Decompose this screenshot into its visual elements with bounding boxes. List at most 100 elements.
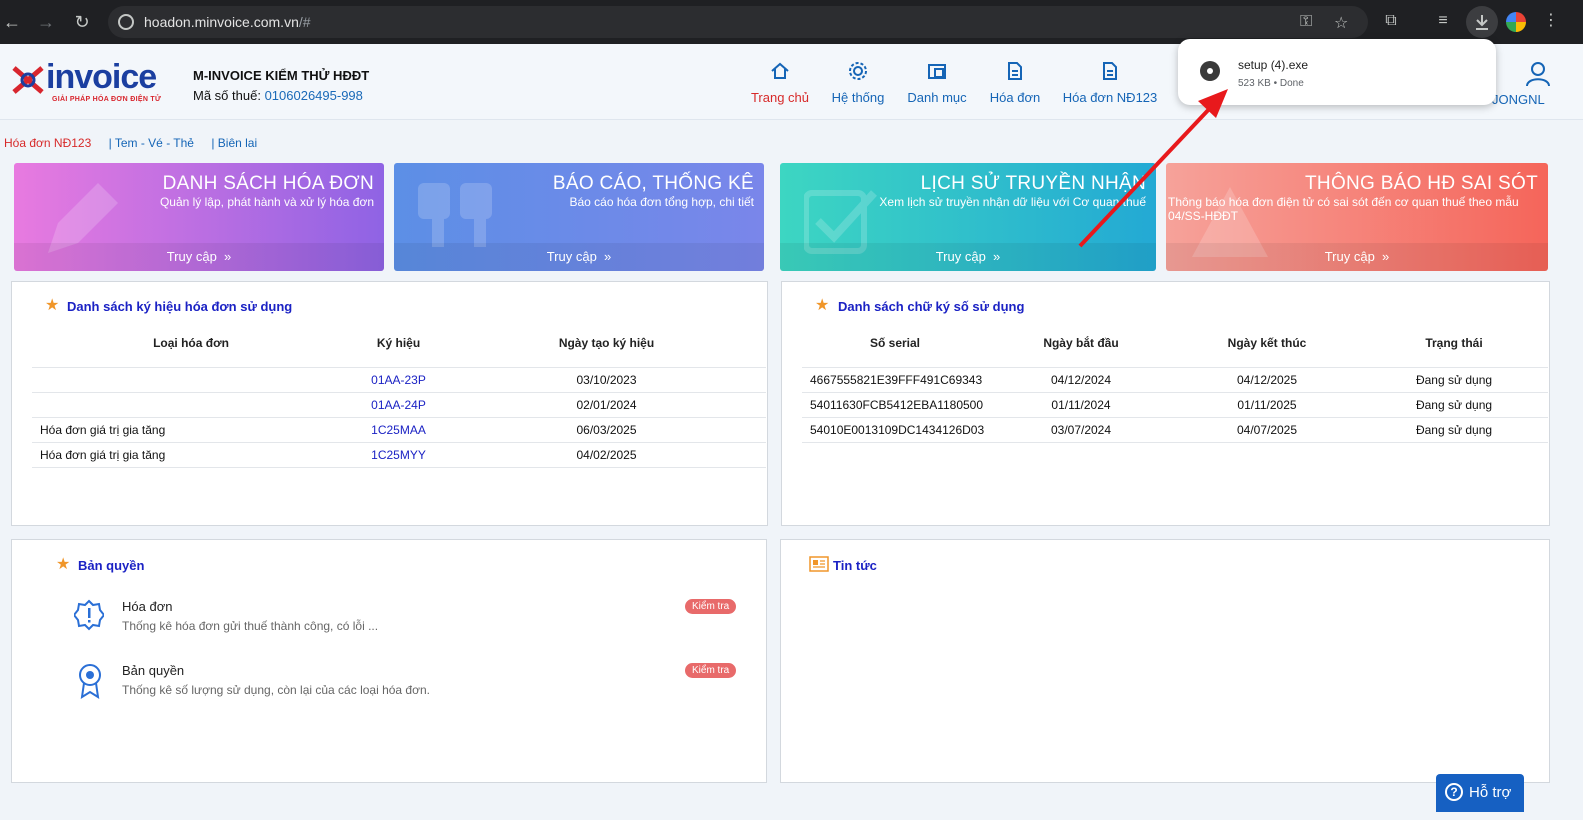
license-item-invoice: Hóa đơn Thống kê hóa đơn gửi thuế thành …: [74, 599, 744, 639]
access-link[interactable]: Truy cập »: [394, 243, 764, 271]
tab-receipt[interactable]: | Biên lai: [211, 136, 257, 150]
end-date-cell: 01/11/2025: [1174, 391, 1360, 417]
start-date-cell: 03/07/2024: [988, 416, 1174, 443]
serial-cell: 54010E0013109DC1434126D03: [802, 416, 988, 443]
access-link[interactable]: Truy cập »: [1166, 243, 1548, 271]
url-text[interactable]: hoadon.minvoice.com.vn/#: [144, 14, 311, 30]
status-cell: Đang sử dụng: [1360, 391, 1548, 417]
subtabs: Hóa đơn NĐ123 | Tem - Vé - Thẻ | Biên la…: [4, 136, 271, 150]
invoice-type-cell: Hóa đơn giá trị gia tăng: [32, 441, 350, 468]
table-row: 01AA-23P 03/10/2023: [32, 366, 766, 392]
card-transmission-history[interactable]: LỊCH SỬ TRUYỀN NHẬN Xem lịch sử truyền n…: [780, 163, 1156, 271]
download-popup[interactable]: setup (4).exe 523 KB • Done: [1178, 39, 1496, 105]
extensions-icon[interactable]: ⧉: [1380, 10, 1402, 32]
star-icon: ★: [45, 297, 60, 314]
profile-avatar[interactable]: [1506, 12, 1526, 32]
symbols-panel-title: Danh sách ký hiệu hóa đơn sử dụng: [67, 299, 293, 314]
access-link[interactable]: Truy cập »: [780, 243, 1156, 271]
signature-panel: ★ Danh sách chữ ký số sử dụng Số serial …: [781, 281, 1550, 526]
license-panel-title: Bản quyền: [78, 558, 145, 573]
home-icon: [771, 62, 789, 79]
signature-table: Số serial Ngày bắt đầu Ngày kết thúc Trạ…: [802, 319, 1548, 443]
table-row: 01AA-24P 02/01/2024: [32, 391, 766, 417]
card-error-notice[interactable]: THÔNG BÁO HĐ SAI SÓT Thông báo hóa đơn đ…: [1166, 163, 1548, 271]
symbol-link[interactable]: 01AA-23P: [350, 366, 447, 392]
invoice-type-cell: Hóa đơn giá trị gia tăng: [32, 416, 350, 442]
download-status: 523 KB • Done: [1238, 78, 1304, 89]
table-row: Hóa đơn giá trị gia tăng 1C25MAA 06/03/202…: [32, 416, 766, 442]
license-item-license: Bản quyền Thống kê số lượng sử dụng, còn…: [74, 663, 744, 703]
back-arrow-icon[interactable]: ←: [0, 10, 24, 34]
symbol-link[interactable]: 1C25MAA: [350, 416, 447, 442]
gear-icon: [849, 62, 867, 80]
minvoice-logo[interactable]: invoice GIẢI PHÁP HÓA ĐƠN ĐIỆN TỬ: [8, 58, 168, 106]
username[interactable]: JONGNL: [1492, 92, 1545, 107]
tax-code-line: Mã số thuế: 0106026495-998: [193, 88, 363, 103]
help-button[interactable]: ? Hỗ trợ: [1436, 774, 1524, 812]
symbol-link[interactable]: 01AA-24P: [350, 391, 447, 417]
license-panel: ★ Bản quyền Hóa đơn Thống kê hóa đơn gửi…: [11, 539, 767, 783]
award-ribbon-icon: [79, 664, 101, 699]
end-date-cell: 04/12/2025: [1174, 366, 1360, 392]
document-icon: [1103, 62, 1117, 80]
company-name: M-INVOICE KIỂM THỬ HĐĐT: [193, 68, 370, 83]
date-cell: 06/03/2025: [447, 416, 766, 442]
download-icon: [1476, 15, 1488, 30]
address-bar[interactable]: hoadon.minvoice.com.vn/# ⚿ ☆: [108, 6, 1368, 38]
nav-catalog[interactable]: Danh mục: [906, 60, 968, 112]
star-icon: ★: [56, 556, 71, 573]
access-link[interactable]: Truy cập »: [14, 243, 384, 271]
date-cell: 04/02/2025: [447, 441, 766, 468]
serial-cell: 4667555821E39FFF491C69343: [802, 366, 988, 392]
question-icon: ?: [1445, 783, 1463, 801]
site-info-icon[interactable]: [118, 14, 134, 30]
reload-icon[interactable]: ↻: [70, 10, 94, 34]
start-date-cell: 01/11/2024: [988, 391, 1174, 417]
key-icon[interactable]: ⚿: [1300, 13, 1312, 31]
tab-stamp-ticket[interactable]: | Tem - Vé - Thẻ: [109, 136, 194, 150]
download-button[interactable]: [1466, 6, 1498, 38]
download-file-name[interactable]: setup (4).exe: [1238, 58, 1308, 72]
browser-toolbar: ← → ↻ hoadon.minvoice.com.vn/# ⚿ ☆ ⧉ ≡ ⋮: [0, 0, 1583, 44]
card-invoice-list[interactable]: DANH SÁCH HÓA ĐƠN Quản lý lập, phát hành…: [14, 163, 384, 271]
nav-invoice[interactable]: Hóa đơn: [988, 60, 1042, 112]
date-cell: 03/10/2023: [447, 366, 766, 392]
forward-arrow-icon[interactable]: →: [34, 10, 58, 34]
invoice-type-cell: [32, 391, 350, 417]
installer-file-icon: [1200, 61, 1220, 81]
status-cell: Đang sử dụng: [1360, 416, 1548, 443]
table-row: Hóa đơn giá trị gia tăng 1C25MYY 04/02/202…: [32, 441, 766, 468]
folder-icon: [928, 64, 946, 79]
invoice-type-cell: [32, 366, 350, 392]
logo-mark-icon: [12, 66, 44, 94]
news-panel: Tin tức: [780, 539, 1550, 783]
user-icon[interactable]: [1524, 60, 1552, 88]
end-date-cell: 04/07/2025: [1174, 416, 1360, 443]
bookmark-star-icon[interactable]: ☆: [1334, 13, 1348, 33]
table-row: 54010E0013109DC1434126D03 03/07/2024 04/07…: [802, 416, 1548, 443]
card-reports[interactable]: BÁO CÁO, THỐNG KÊ Báo cáo hóa đơn tổng h…: [394, 163, 764, 271]
symbols-panel: ★ Danh sách ký hiệu hóa đơn sử dụng Loại…: [11, 281, 768, 526]
symbols-table: Loại hóa đơn Ký hiệu Ngày tạo ký hiệu 01…: [32, 319, 766, 468]
menu-kebab-icon[interactable]: ⋮: [1540, 10, 1562, 32]
alert-badge-icon: [74, 599, 104, 631]
nav-home[interactable]: Trang chủ: [750, 60, 810, 112]
check-badge[interactable]: Kiểm tra: [685, 663, 737, 678]
status-cell: Đang sử dụng: [1360, 366, 1548, 392]
symbol-link[interactable]: 1C25MYY: [350, 441, 447, 468]
table-row: 54011630FCB5412EBA1180500 01/11/2024 01/11…: [802, 391, 1548, 417]
serial-cell: 54011630FCB5412EBA1180500: [802, 391, 988, 417]
date-cell: 02/01/2024: [447, 391, 766, 417]
start-date-cell: 04/12/2024: [988, 366, 1174, 392]
nav-invoice-nd123[interactable]: Hóa đơn NĐ123: [1062, 60, 1158, 112]
media-icon[interactable]: ≡: [1432, 10, 1454, 32]
check-badge[interactable]: Kiểm tra: [685, 599, 737, 614]
news-panel-title: Tin tức: [833, 558, 877, 573]
table-row: 4667555821E39FFF491C69343 04/12/2024 04/12…: [802, 366, 1548, 392]
nav-system[interactable]: Hệ thống: [830, 60, 886, 112]
star-icon: ★: [815, 297, 830, 314]
signature-panel-title: Danh sách chữ ký số sử dụng: [838, 299, 1025, 314]
document-icon: [1008, 62, 1022, 80]
newspaper-icon: [809, 556, 829, 572]
tab-nd123[interactable]: Hóa đơn NĐ123: [4, 136, 91, 150]
